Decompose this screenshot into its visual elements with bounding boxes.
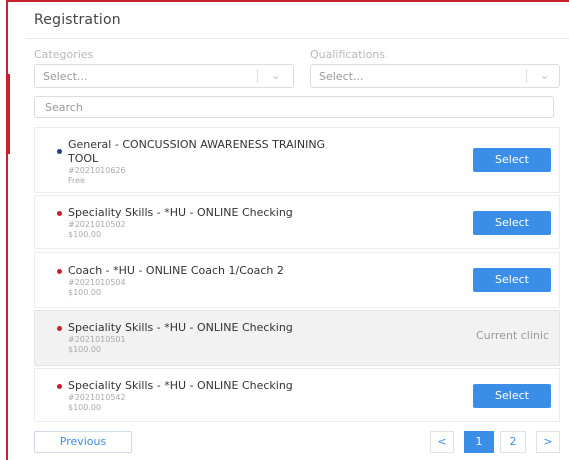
clinic-code: #2021010501: [68, 335, 126, 344]
current-clinic-label: Current clinic: [475, 329, 549, 342]
chevron-down-icon[interactable]: ⌄: [271, 69, 280, 82]
clinic-name: Speciality Skills - *HU - ONLINE Checkin…: [68, 379, 293, 392]
select-separator: [257, 69, 258, 83]
current-clinic-item: Speciality Skills - *HU - ONLINE Checkin…: [34, 310, 560, 366]
clinic-item: Speciality Skills - *HU - ONLINE Checkin…: [34, 368, 560, 422]
qualifications-select[interactable]: Select... ⌄: [310, 64, 560, 88]
clinic-dot-icon: [57, 326, 62, 331]
title-divider: [26, 38, 569, 39]
pagination-page-2[interactable]: 2: [500, 431, 526, 453]
clinic-name: General - CONCUSSION AWARENESS TRAINING: [68, 138, 326, 151]
clinic-price: $100.00: [68, 403, 102, 412]
search-placeholder: Search: [45, 101, 83, 114]
previous-button[interactable]: Previous: [34, 431, 132, 453]
select-clinic-button[interactable]: Select: [473, 268, 551, 292]
select-separator: [526, 69, 527, 83]
clinic-price: $100.00: [68, 345, 102, 354]
pagination-next-icon[interactable]: >: [536, 431, 560, 453]
clinic-name: Coach - *HU - ONLINE Coach 1/Coach 2: [68, 264, 284, 277]
pagination-prev-icon[interactable]: <: [430, 431, 454, 453]
clinic-dot-icon: [57, 211, 62, 216]
select-clinic-button[interactable]: Select: [473, 211, 551, 235]
clinic-dot-icon: [57, 384, 62, 389]
search-input[interactable]: Search: [34, 96, 554, 118]
chevron-down-icon[interactable]: ⌄: [540, 69, 549, 82]
select-clinic-button[interactable]: Select: [473, 384, 551, 408]
clinic-code: #2021010626: [68, 166, 126, 175]
clinic-item: Speciality Skills - *HU - ONLINE Checkin…: [34, 195, 560, 249]
categories-select[interactable]: Select... ⌄: [34, 64, 294, 88]
clinic-name: Speciality Skills - *HU - ONLINE Checkin…: [68, 321, 293, 334]
clinic-code: #2021010504: [68, 278, 126, 287]
qualifications-select-value: Select...: [319, 70, 364, 83]
clinic-dot-icon: [57, 149, 62, 154]
clinic-price: $100.00: [68, 230, 102, 239]
clinic-code: #2021010502: [68, 220, 126, 229]
side-accent-bar: [6, 74, 10, 154]
clinic-code: #2021010542: [68, 393, 126, 402]
clinic-name: Speciality Skills - *HU - ONLINE Checkin…: [68, 206, 293, 219]
clinic-dot-icon: [57, 269, 62, 274]
pagination-page-1[interactable]: 1: [464, 431, 494, 453]
clinic-item: Coach - *HU - ONLINE Coach 1/Coach 2 #20…: [34, 252, 560, 308]
categories-label: Categories: [34, 48, 94, 61]
page-title: Registration: [34, 12, 121, 28]
categories-select-value: Select...: [43, 70, 88, 83]
clinic-price: Free: [68, 176, 85, 185]
clinic-name-continued: TOOL: [68, 152, 99, 165]
clinic-item: General - CONCUSSION AWARENESS TRAINING …: [34, 127, 560, 193]
clinic-price: $100.00: [68, 288, 102, 297]
select-clinic-button[interactable]: Select: [473, 148, 551, 172]
qualifications-label: Qualifications: [310, 48, 386, 61]
